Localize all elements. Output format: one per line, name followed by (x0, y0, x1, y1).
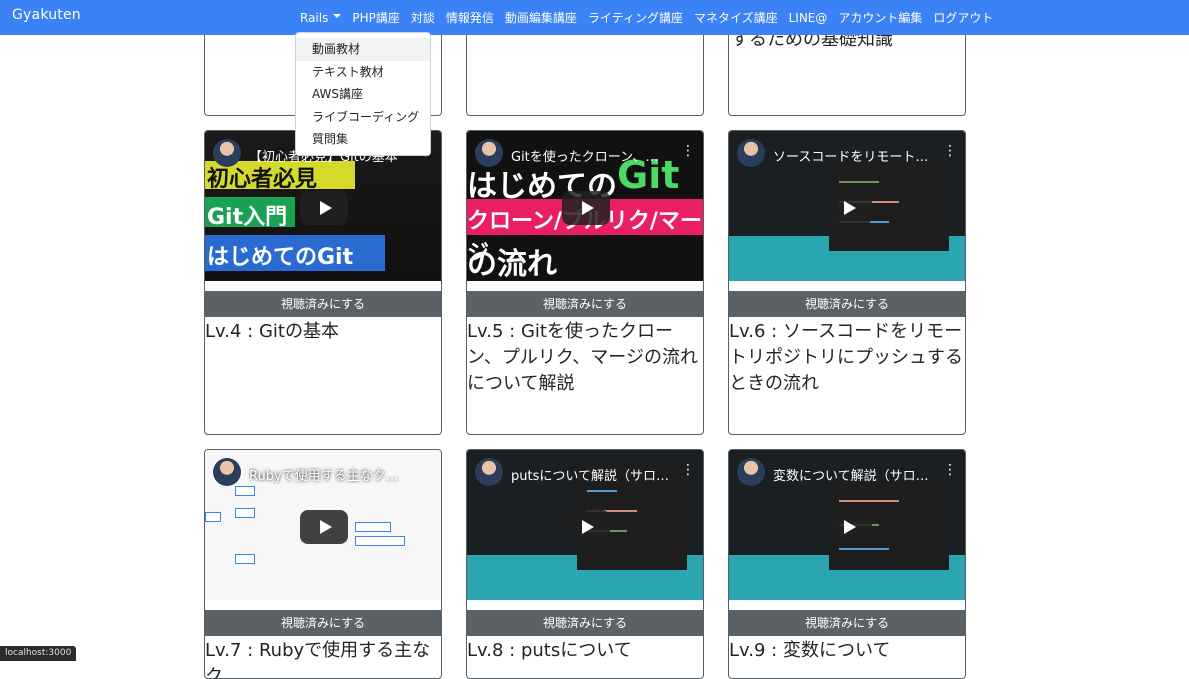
video-title[interactable]: ソースコードをリモート… (773, 146, 933, 165)
nav-links: Rails PHP講座 対談 情報発信 動画編集講座 ライティング講座 マネタイ… (300, 0, 1004, 35)
navbar: Gyakuten Rails PHP講座 対談 情報発信 動画編集講座 ライティ… (0, 0, 1189, 35)
play-icon[interactable] (824, 191, 872, 225)
video-card: 初心者必見 Git入門 はじめてのGit 【初心者必見】Gitの基本 ⋮ 視聴済… (204, 130, 442, 435)
dropdown-item-faq[interactable]: 質問集 (296, 128, 430, 151)
nav-taidan[interactable]: 対談 (411, 9, 435, 26)
nav-rails-dropdown[interactable]: Rails (300, 10, 342, 25)
card-title: Lv.9 : 変数について (729, 640, 891, 661)
code-line (839, 548, 889, 550)
diagram-node (355, 522, 391, 532)
channel-avatar[interactable] (475, 458, 503, 486)
video-thumbnail[interactable]: Rubyで使用する主なクラ… ⋮ (205, 450, 441, 600)
diagram-node (235, 486, 255, 496)
card-title: Lv.6 : ソースコードをリモートリポジトリにプッシュするときの流れ (729, 321, 963, 394)
code-line (587, 490, 617, 492)
dropdown-item-video[interactable]: 動画教材 (296, 38, 430, 61)
nav-monetize[interactable]: マネタイズ講座 (694, 9, 778, 26)
nav-line[interactable]: LINE@ (789, 11, 828, 25)
play-icon[interactable] (562, 510, 610, 544)
thumb-text: はじめてのGit (207, 245, 354, 270)
url-status-bar: localhost:3000 (0, 646, 77, 661)
video-card: 変数について解説（サロ… ⋮ 視聴済みにする Lv.9 : 変数について (728, 449, 966, 679)
video-card: ソースコードをリモート… ⋮ 視聴済みにする Lv.6 : ソースコードをリモー… (728, 130, 966, 435)
mark-watched-button[interactable]: 視聴済みにする (467, 291, 703, 317)
video-thumbnail[interactable]: putsについて解説（サロ… ⋮ (467, 450, 703, 600)
video-card: はじめての Git クローン/プルリク/マージ の流れ Gitを使ったクローン、… (466, 130, 704, 435)
more-options-icon[interactable]: ⋮ (681, 144, 695, 158)
more-options-icon[interactable]: ⋮ (943, 144, 957, 158)
rails-dropdown-menu: 動画教材 テキスト教材 AWS講座 ライブコーディング 質問集 (295, 32, 431, 156)
video-title[interactable]: Gitを使ったクローン、プ… (511, 146, 671, 165)
channel-avatar[interactable] (737, 458, 765, 486)
card-title: Lv.8 : putsについて (467, 640, 632, 661)
channel-avatar[interactable] (475, 139, 503, 167)
more-options-icon[interactable]: ⋮ (681, 463, 695, 477)
diagram-node (205, 512, 221, 522)
thumb-text: Git入門 (207, 205, 288, 230)
play-icon[interactable] (300, 510, 348, 544)
mark-watched-button[interactable]: 視聴済みにする (205, 291, 441, 317)
dropdown-item-aws[interactable]: AWS講座 (296, 83, 430, 106)
mark-watched-button[interactable]: 視聴済みにする (729, 291, 965, 317)
nav-jouhou[interactable]: 情報発信 (446, 9, 494, 26)
diagram-node (235, 554, 255, 564)
nav-php[interactable]: PHP講座 (352, 9, 400, 26)
nav-account-edit[interactable]: アカウント編集 (838, 9, 922, 26)
more-options-icon[interactable]: ⋮ (419, 463, 433, 477)
channel-avatar[interactable] (213, 139, 241, 167)
card-title: Lv.7 : Rubyで使用する主なク (205, 640, 431, 679)
dropdown-item-livecoding[interactable]: ライブコーディング (296, 106, 430, 129)
video-card: Rubyで使用する主なクラ… ⋮ 視聴済みにする Lv.7 : Rubyで使用す… (204, 449, 442, 679)
nav-writing[interactable]: ライティング講座 (588, 9, 683, 26)
mark-watched-button[interactable]: 視聴済みにする (729, 610, 965, 636)
more-options-icon[interactable]: ⋮ (943, 463, 957, 477)
nav-logout[interactable]: ログアウト (933, 9, 993, 26)
video-card: putsについて解説（サロ… ⋮ 視聴済みにする Lv.8 : putsについて (466, 449, 704, 679)
play-icon[interactable] (562, 191, 610, 225)
diagram-node (355, 536, 405, 546)
code-line (839, 500, 899, 502)
video-title[interactable]: putsについて解説（サロ… (511, 465, 671, 484)
thumb-text: の流れ (467, 247, 557, 281)
caret-down-icon (333, 14, 342, 18)
play-icon[interactable] (300, 191, 348, 225)
video-title[interactable]: 変数について解説（サロ… (773, 465, 933, 484)
video-thumbnail[interactable]: ソースコードをリモート… ⋮ (729, 131, 965, 281)
brand-link[interactable]: Gyakuten (12, 7, 81, 23)
nav-rails-label: Rails (300, 10, 329, 25)
play-icon[interactable] (824, 510, 872, 544)
mark-watched-button[interactable]: 視聴済みにする (467, 610, 703, 636)
code-line (839, 181, 879, 183)
mark-watched-button[interactable]: 視聴済みにする (205, 610, 441, 636)
card-title: Lv.4 : Gitの基本 (205, 321, 339, 342)
dropdown-item-text[interactable]: テキスト教材 (296, 61, 430, 84)
nav-video-editing[interactable]: 動画編集講座 (505, 9, 577, 26)
channel-avatar[interactable] (213, 458, 241, 486)
video-thumbnail[interactable]: はじめての Git クローン/プルリク/マージ の流れ Gitを使ったクローン、… (467, 131, 703, 281)
video-thumbnail[interactable]: 変数について解説（サロ… ⋮ (729, 450, 965, 600)
channel-avatar[interactable] (737, 139, 765, 167)
diagram-node (235, 508, 255, 518)
video-title[interactable]: Rubyで使用する主なクラ… (249, 465, 409, 484)
card-title: Lv.5 : Gitを使ったクローン、プルリク、マージの流れについて解説 (467, 321, 698, 394)
